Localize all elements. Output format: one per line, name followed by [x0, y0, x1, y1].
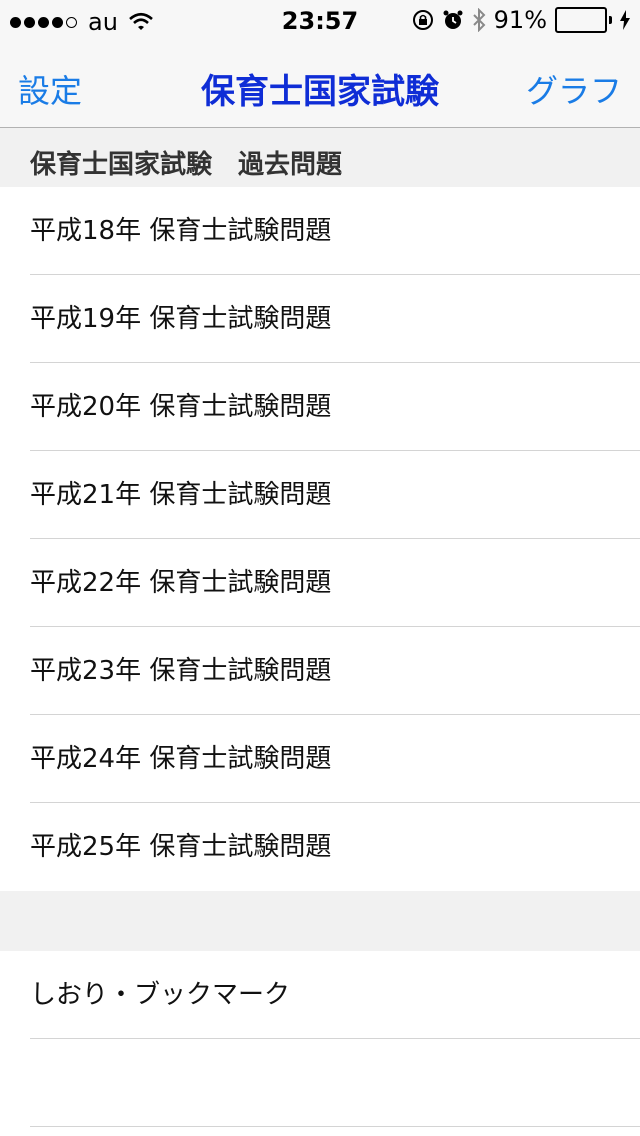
charging-icon — [620, 10, 630, 30]
bookmark-list: しおり・ブックマーク — [0, 951, 640, 1127]
status-bar: au 23:57 91% — [0, 0, 640, 40]
bluetooth-icon — [472, 8, 486, 32]
status-right: 91% — [404, 6, 630, 34]
bookmark-row[interactable]: しおり・ブックマーク — [0, 951, 640, 1039]
exam-row-h22[interactable]: 平成22年 保育士試験問題 — [0, 539, 640, 627]
settings-button[interactable]: 設定 — [18, 66, 82, 112]
exam-row-h19[interactable]: 平成19年 保育士試験問題 — [0, 275, 640, 363]
graph-button[interactable]: グラフ — [526, 66, 622, 112]
alarm-icon — [443, 10, 463, 29]
exam-row-h24[interactable]: 平成24年 保育士試験問題 — [0, 715, 640, 803]
battery-percent: 91% — [493, 6, 547, 34]
navigation-bar: 設定 保育士国家試験 グラフ — [0, 40, 640, 128]
exam-row-h18[interactable]: 平成18年 保育士試験問題 — [0, 187, 640, 275]
exam-row-h25[interactable]: 平成25年 保育士試験問題 — [0, 803, 640, 891]
battery-icon — [555, 7, 612, 33]
section-header: 保育士国家試験 過去問題 — [0, 128, 640, 187]
exam-list: 平成18年 保育士試験問題 平成19年 保育士試験問題 平成20年 保育士試験問… — [0, 187, 640, 891]
exam-row-h20[interactable]: 平成20年 保育士試験問題 — [0, 363, 640, 451]
exam-row-h23[interactable]: 平成23年 保育士試験問題 — [0, 627, 640, 715]
exam-row-h21[interactable]: 平成21年 保育士試験問題 — [0, 451, 640, 539]
orientation-lock-icon — [412, 10, 433, 30]
section-gap — [0, 891, 640, 951]
empty-row[interactable] — [0, 1039, 640, 1127]
